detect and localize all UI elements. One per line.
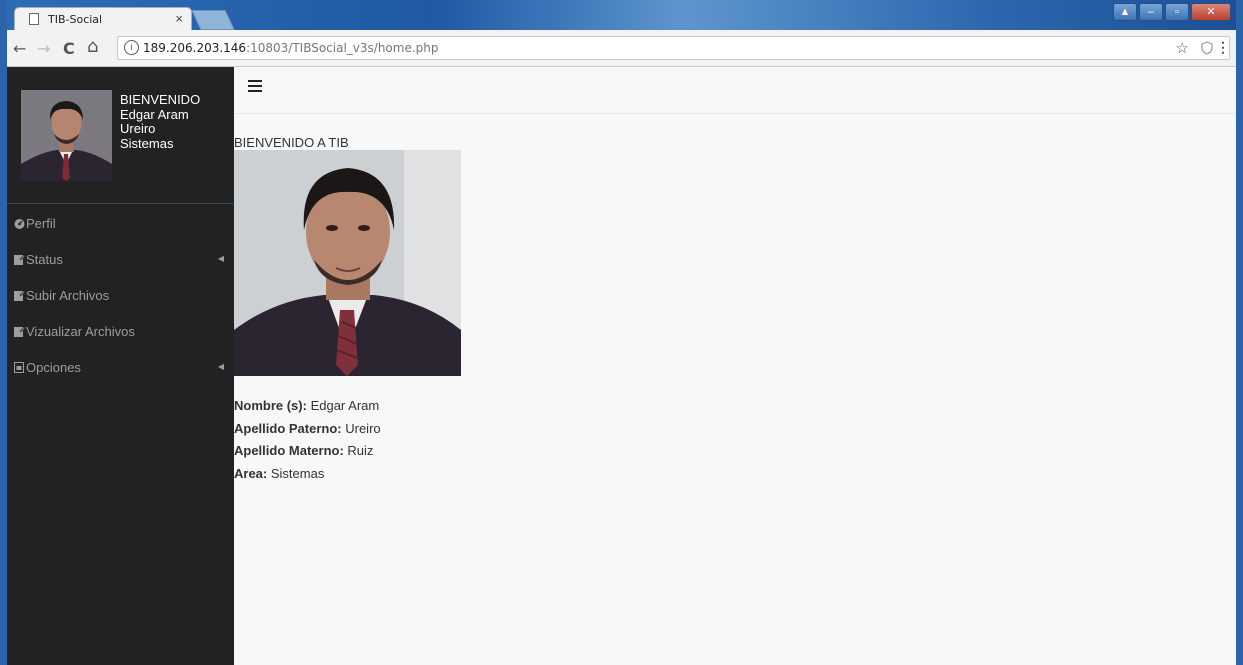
- caret-left-icon: ◀: [217, 254, 224, 263]
- user-area: Sistemas: [120, 135, 174, 151]
- sidebar-item-label: Subir Archivos: [26, 288, 110, 303]
- detail-label: Apellido Materno:: [234, 443, 344, 458]
- user-last-name: Ureiro: [120, 121, 156, 136]
- user-info: BIENVENIDO Edgar Aram Ureiro Sistemas: [120, 92, 201, 151]
- detail-nombre: Nombre (s): Edgar Aram: [234, 395, 381, 418]
- detail-apellido-materno: Apellido Materno: Ruiz: [234, 440, 381, 463]
- tab-title: TIB-Social: [48, 13, 103, 26]
- welcome-heading: BIENVENIDO A TIB: [234, 135, 349, 150]
- user-profile-button[interactable]: ▲: [1113, 3, 1137, 21]
- detail-label: Apellido Paterno:: [234, 420, 342, 436]
- window-border-left: [0, 0, 7, 665]
- minimize-button[interactable]: –: [1139, 3, 1163, 21]
- browser-menu-icon[interactable]: ⋮: [1216, 39, 1230, 56]
- window-controls: ▲ – ▫ ✕: [1113, 3, 1231, 21]
- detail-label: Nombre (s):: [234, 398, 307, 413]
- file-icon: [14, 361, 25, 373]
- dashboard-icon: [14, 217, 25, 229]
- detail-value: Ureiro: [341, 420, 381, 436]
- reload-icon[interactable]: C: [63, 39, 75, 58]
- edit-icon: [14, 325, 26, 337]
- info-icon[interactable]: i: [124, 40, 139, 55]
- edit-icon: [14, 253, 26, 265]
- sidebar-item-opciones[interactable]: Opciones ◀: [7, 350, 234, 386]
- menu-toggle-icon[interactable]: [248, 80, 262, 94]
- user-greeting: BIENVENIDO: [120, 92, 201, 107]
- sidebar-item-perfil[interactable]: Perfil: [7, 206, 234, 242]
- profile-photo: [234, 150, 461, 376]
- sidebar-item-vizualizar-archivos[interactable]: Vizualizar Archivos: [7, 314, 234, 350]
- home-icon[interactable]: ⌂: [87, 36, 98, 57]
- sidebar-item-label: Opciones: [26, 360, 81, 375]
- close-window-button[interactable]: ✕: [1191, 3, 1231, 21]
- sidebar-item-label: Perfil: [26, 216, 56, 231]
- bookmark-star-icon[interactable]: ☆: [1176, 39, 1189, 57]
- user-first-name: Edgar Aram: [120, 106, 189, 122]
- new-tab-button[interactable]: [191, 10, 235, 30]
- sidebar: BIENVENIDO Edgar Aram Ureiro Sistemas Pe…: [7, 67, 234, 665]
- url-host: 189.206.203.146: [143, 41, 247, 55]
- page: BIENVENIDO Edgar Aram Ureiro Sistemas Pe…: [7, 67, 1236, 665]
- user-panel: BIENVENIDO Edgar Aram Ureiro Sistemas: [7, 67, 234, 204]
- profile-details: Nombre (s): Edgar Aram Apellido Paterno:…: [234, 395, 381, 485]
- edit-icon: [14, 289, 26, 301]
- detail-value: Ruiz: [343, 443, 374, 458]
- browser-toolbar: ← → C ⌂ i 189.206.203.146:10803/TIBSocia…: [7, 30, 1236, 67]
- url-text: 189.206.203.146:10803/TIBSocial_v3s/home…: [143, 41, 439, 55]
- address-bar[interactable]: i 189.206.203.146:10803/TIBSocial_v3s/ho…: [117, 36, 1230, 60]
- caret-left-icon: ◀: [217, 362, 224, 371]
- browser-tab[interactable]: TIB-Social ×: [14, 7, 192, 31]
- sidebar-item-status[interactable]: Status ◀: [7, 242, 234, 278]
- page-icon: [29, 13, 39, 25]
- url-path: :10803/TIBSocial_v3s/home.php: [246, 41, 439, 55]
- extension-shield-icon[interactable]: [1201, 41, 1213, 58]
- user-avatar: [21, 90, 112, 181]
- window-border-right: [1236, 0, 1243, 665]
- detail-area: Area: Sistemas: [234, 463, 381, 486]
- back-icon[interactable]: ←: [13, 39, 26, 58]
- forward-icon[interactable]: →: [37, 39, 50, 58]
- sidebar-item-subir-archivos[interactable]: Subir Archivos: [7, 278, 234, 314]
- detail-value: Sistemas: [267, 465, 325, 481]
- detail-value: Edgar Aram: [306, 398, 380, 413]
- detail-apellido-paterno: Apellido Paterno: Ureiro: [234, 418, 381, 441]
- restore-button[interactable]: ▫: [1165, 3, 1189, 21]
- window-titlebar: TIB-Social × ▲ – ▫ ✕: [0, 0, 1243, 31]
- detail-label: Area:: [234, 465, 268, 481]
- tab-close-icon[interactable]: ×: [175, 11, 183, 26]
- sidebar-item-label: Vizualizar Archivos: [26, 324, 135, 339]
- content-header: [234, 67, 1236, 114]
- sidebar-item-label: Status: [26, 252, 63, 267]
